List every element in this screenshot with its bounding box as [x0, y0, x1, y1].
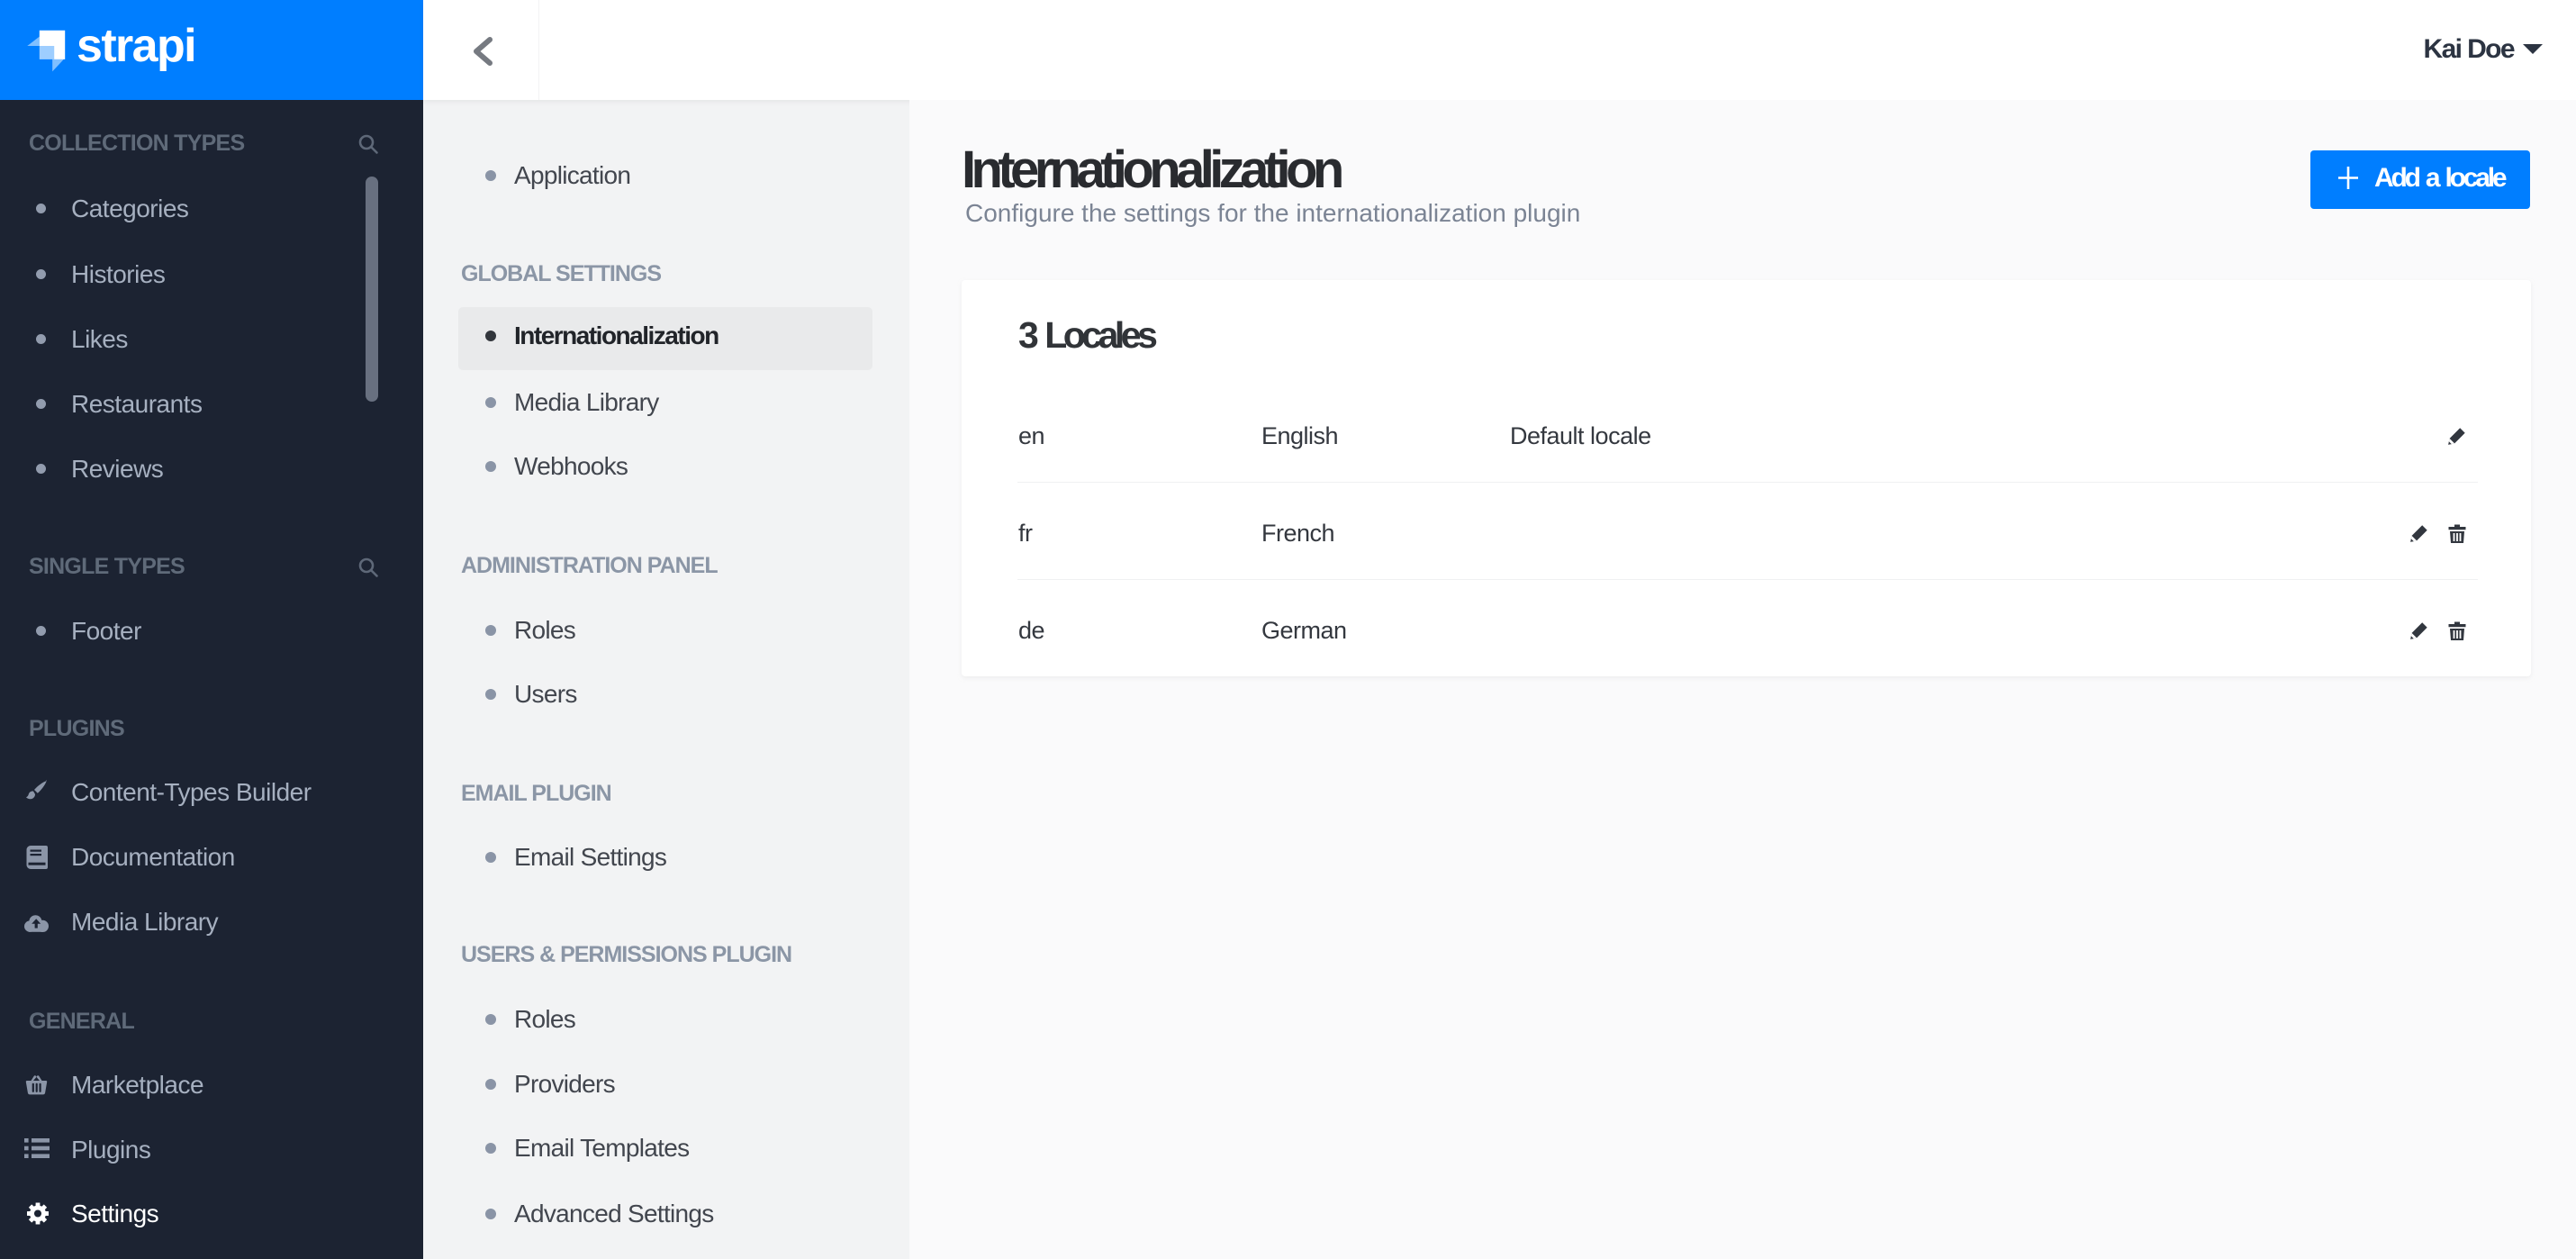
svg-text:strapi: strapi — [77, 20, 195, 72]
